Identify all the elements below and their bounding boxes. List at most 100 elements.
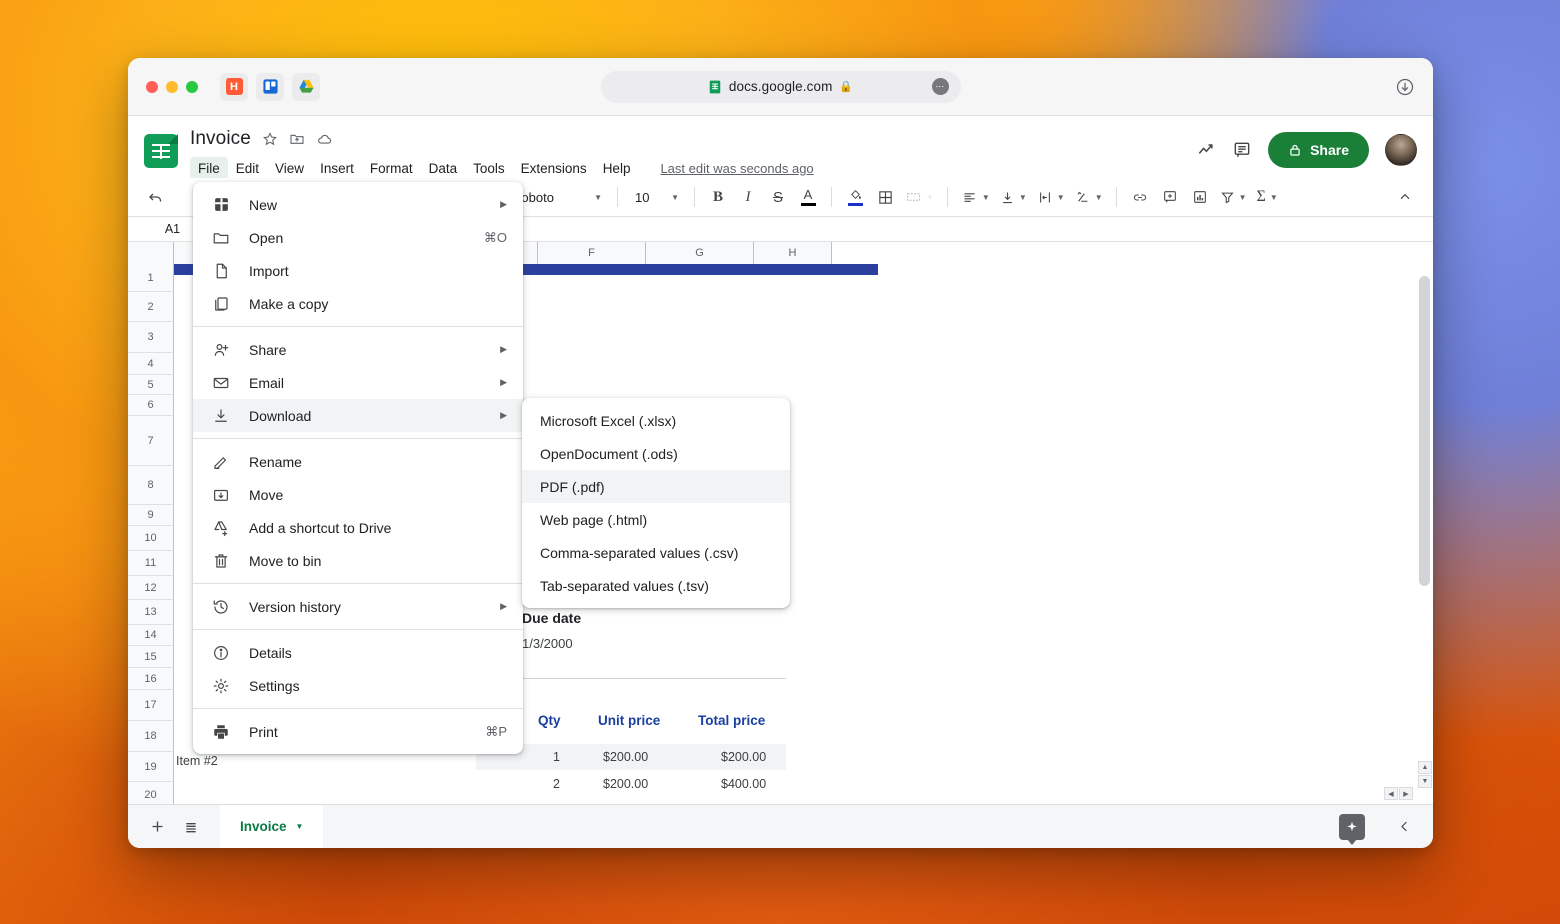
google-drive-extension-icon[interactable] <box>292 72 320 101</box>
address-bar[interactable]: docs.google.com 🔒 ⋯ <box>600 70 961 103</box>
comment-history-icon[interactable] <box>1232 140 1252 160</box>
menubar-item-view[interactable]: View <box>267 157 312 180</box>
select-all-corner[interactable] <box>128 242 174 264</box>
file-menu-item-move-to-bin[interactable]: Move to bin <box>193 544 523 577</box>
row-header-16[interactable]: 16 <box>128 668 174 690</box>
menubar-item-insert[interactable]: Insert <box>312 157 362 180</box>
download-item-pdf-pdf[interactable]: PDF (.pdf) <box>522 470 790 503</box>
menubar-item-file[interactable]: File <box>190 156 228 180</box>
scroll-down-button[interactable]: ▼ <box>1418 775 1432 788</box>
row-header-1[interactable]: 1 <box>128 264 174 292</box>
undo-icon[interactable] <box>142 183 170 211</box>
file-menu-item-make-a-copy[interactable]: Make a copy <box>193 287 523 320</box>
menubar-item-edit[interactable]: Edit <box>228 157 267 180</box>
vertical-scrollbar[interactable] <box>1419 268 1430 760</box>
file-menu-item-details[interactable]: Details <box>193 636 523 669</box>
fill-color-icon[interactable] <box>841 183 869 211</box>
last-edit-status[interactable]: Last edit was seconds ago <box>660 161 813 176</box>
insert-link-icon[interactable] <box>1126 183 1154 211</box>
avatar[interactable] <box>1385 134 1417 166</box>
file-menu-item-move[interactable]: Move <box>193 478 523 511</box>
close-window-button[interactable] <box>146 80 158 93</box>
share-button[interactable]: Share <box>1268 132 1369 168</box>
italic-icon[interactable]: I <box>734 183 762 211</box>
explore-button[interactable] <box>1339 813 1365 845</box>
download-item-microsoft-excel-xlsx[interactable]: Microsoft Excel (.xlsx) <box>522 404 790 437</box>
browser-downloads-button[interactable] <box>1395 77 1415 97</box>
row-header-18[interactable]: 18 <box>128 721 174 752</box>
bold-icon[interactable]: B <box>704 183 732 211</box>
collapse-sidebar-button[interactable] <box>1387 810 1421 844</box>
vertical-align-icon[interactable]: ▼ <box>996 183 1031 211</box>
file-menu-item-download[interactable]: Download ▶ <box>193 399 523 432</box>
row-header-14[interactable]: 14 <box>128 625 174 646</box>
row-header-13[interactable]: 13 <box>128 600 174 625</box>
add-sheet-button[interactable] <box>140 810 174 844</box>
text-wrap-icon[interactable]: ▼ <box>1033 183 1069 211</box>
row-header-9[interactable]: 9 <box>128 505 174 526</box>
all-sheets-button[interactable] <box>174 810 208 844</box>
strikethrough-icon[interactable]: S <box>764 183 792 211</box>
file-menu-item-open[interactable]: Open ⌘O <box>193 221 523 254</box>
file-menu-item-add-a-shortcut-to-drive[interactable]: Add a shortcut to Drive <box>193 511 523 544</box>
column-header-G[interactable]: G <box>646 242 754 264</box>
borders-icon[interactable] <box>871 183 899 211</box>
minimize-window-button[interactable] <box>166 80 178 93</box>
trends-icon[interactable] <box>1196 140 1216 160</box>
scroll-up-button[interactable]: ▲ <box>1418 761 1432 774</box>
file-menu-item-email[interactable]: Email ▶ <box>193 366 523 399</box>
file-menu-item-print[interactable]: Print ⌘P <box>193 715 523 748</box>
file-menu-item-version-history[interactable]: Version history ▶ <box>193 590 523 623</box>
star-icon[interactable] <box>262 131 278 147</box>
insert-chart-icon[interactable] <box>1186 183 1214 211</box>
font-size-selector[interactable]: 10 ▼ <box>627 184 685 210</box>
cloud-saved-icon[interactable] <box>316 131 333 148</box>
download-item-comma-separated-values-csv[interactable]: Comma-separated values (.csv) <box>522 536 790 569</box>
file-menu-item-import[interactable]: Import <box>193 254 523 287</box>
file-menu-item-new[interactable]: New ▶ <box>193 188 523 221</box>
menubar-item-format[interactable]: Format <box>362 157 421 180</box>
download-item-web-page-html[interactable]: Web page (.html) <box>522 503 790 536</box>
row-header-20[interactable]: 20 <box>128 782 174 804</box>
column-header-F[interactable]: F <box>538 242 646 264</box>
move-to-folder-icon[interactable] <box>289 131 305 147</box>
menubar-item-help[interactable]: Help <box>595 157 639 180</box>
download-item-opendocument-ods[interactable]: OpenDocument (.ods) <box>522 437 790 470</box>
download-item-tab-separated-values-tsv[interactable]: Tab-separated values (.tsv) <box>522 569 790 602</box>
hubspot-extension-icon[interactable]: H <box>220 72 248 101</box>
menubar-item-tools[interactable]: Tools <box>465 157 513 180</box>
row-header-17[interactable]: 17 <box>128 690 174 721</box>
row-header-7[interactable]: 7 <box>128 416 174 466</box>
row-header-5[interactable]: 5 <box>128 375 174 395</box>
row-header-10[interactable]: 10 <box>128 526 174 551</box>
row-header-4[interactable]: 4 <box>128 353 174 375</box>
file-menu-item-rename[interactable]: Rename <box>193 445 523 478</box>
row-header-12[interactable]: 12 <box>128 576 174 600</box>
text-rotation-icon[interactable]: ▼ <box>1071 183 1107 211</box>
row-header-15[interactable]: 15 <box>128 646 174 668</box>
row-header-19[interactable]: 19 <box>128 752 174 782</box>
merge-cells-icon[interactable]: ▼ <box>901 183 938 211</box>
row-header-3[interactable]: 3 <box>128 322 174 353</box>
text-color-icon[interactable]: A <box>794 183 822 211</box>
collapse-toolbar-icon[interactable] <box>1391 183 1419 211</box>
row-header-11[interactable]: 11 <box>128 551 174 576</box>
row-header-8[interactable]: 8 <box>128 466 174 505</box>
address-bar-menu-icon[interactable]: ⋯ <box>931 78 949 95</box>
maximize-window-button[interactable] <box>186 80 198 93</box>
insert-comment-icon[interactable] <box>1156 183 1184 211</box>
chevron-down-icon[interactable]: ▼ <box>296 822 304 831</box>
cell-item-2[interactable]: Item #2 <box>176 754 218 768</box>
file-menu-item-share[interactable]: Share ▶ <box>193 333 523 366</box>
horizontal-align-icon[interactable]: ▼ <box>957 183 994 211</box>
row-header-6[interactable]: 6 <box>128 395 174 416</box>
functions-icon[interactable]: Σ ▼ <box>1253 183 1282 211</box>
trello-extension-icon[interactable] <box>256 72 284 101</box>
page-title[interactable]: Invoice <box>190 128 251 150</box>
menubar-item-extensions[interactable]: Extensions <box>513 157 595 180</box>
file-menu-item-settings[interactable]: Settings <box>193 669 523 702</box>
column-header-H[interactable]: H <box>754 242 832 264</box>
scroll-left-button[interactable]: ◀ <box>1384 787 1398 800</box>
sheet-tab-invoice[interactable]: Invoice ▼ <box>220 804 324 848</box>
vertical-scrollbar-thumb[interactable] <box>1419 276 1430 586</box>
